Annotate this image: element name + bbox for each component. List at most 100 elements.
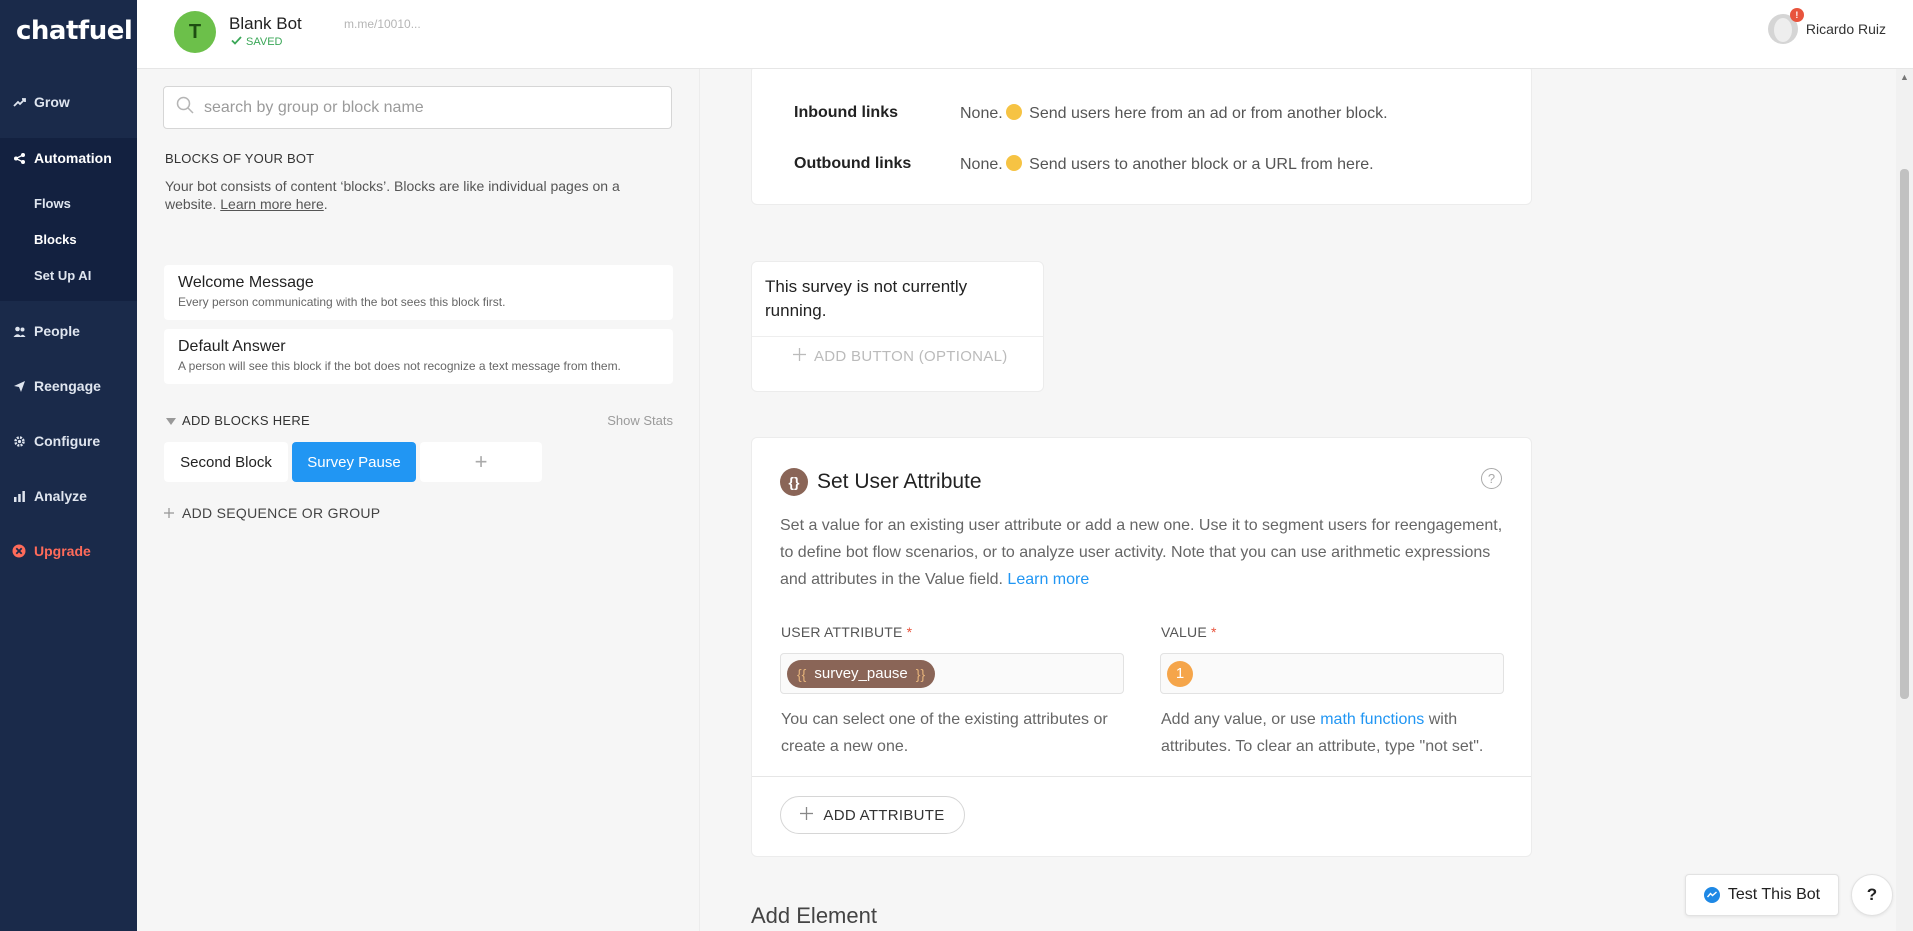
gear-icon bbox=[12, 434, 26, 448]
test-this-bot-button[interactable]: Test This Bot bbox=[1685, 874, 1839, 916]
user-name: Ricardo Ruiz bbox=[1805, 21, 1886, 37]
sub-item-setup-ai[interactable]: Set Up AI bbox=[34, 268, 91, 283]
blocks-panel: BLOCKS OF YOUR BOT Your bot consists of … bbox=[137, 69, 700, 931]
people-icon bbox=[12, 324, 26, 338]
add-blocks-group-header[interactable]: ADD BLOCKS HERE bbox=[166, 413, 310, 428]
nav-grow[interactable]: Grow bbox=[0, 82, 137, 122]
bot-avatar[interactable]: T bbox=[174, 11, 216, 53]
block-default-answer[interactable]: Default Answer A person will see this bl… bbox=[164, 329, 673, 384]
divider bbox=[752, 336, 1043, 337]
plus-icon bbox=[793, 348, 806, 365]
value-label: VALUE * bbox=[1161, 624, 1217, 640]
scroll-up-arrow-icon[interactable]: ▲ bbox=[1900, 73, 1909, 82]
attribute-name: survey_pause bbox=[814, 665, 908, 682]
saved-label: SAVED bbox=[246, 36, 283, 48]
sidebar: chatfuel Grow Automation Flows Blocks Se… bbox=[0, 0, 137, 931]
nav-configure[interactable]: Configure bbox=[0, 421, 137, 461]
inbound-links-row: Inbound links None. Send users here from… bbox=[794, 104, 1388, 123]
block-chip-survey-pause[interactable]: Survey Pause bbox=[292, 442, 416, 482]
card-description: Set a value for an existing user attribu… bbox=[780, 517, 1503, 588]
attribute-braces-icon: {} bbox=[780, 468, 808, 496]
divider bbox=[752, 776, 1531, 777]
section-title: BLOCKS OF YOUR BOT bbox=[165, 151, 315, 166]
paper-plane-icon bbox=[12, 379, 26, 393]
nav-analyze-label: Analyze bbox=[34, 488, 87, 504]
test-this-bot-label: Test This Bot bbox=[1727, 886, 1821, 903]
survey-message-text[interactable]: This survey is not currently running. bbox=[765, 275, 1025, 323]
nav-reengage[interactable]: Reengage bbox=[0, 366, 137, 406]
add-sequence-button[interactable]: ADD SEQUENCE OR GROUP bbox=[164, 505, 380, 521]
nav-grow-label: Grow bbox=[34, 94, 70, 110]
nav-people[interactable]: People bbox=[0, 311, 137, 351]
add-block-button[interactable]: + bbox=[420, 442, 542, 482]
links-card: Inbound links None. Send users here from… bbox=[751, 69, 1532, 205]
nav-analyze[interactable]: Analyze bbox=[0, 476, 137, 516]
sub-item-flows[interactable]: Flows bbox=[34, 196, 71, 211]
search-icon bbox=[176, 96, 194, 119]
attribute-pill[interactable]: {{ survey_pause }} bbox=[787, 659, 936, 688]
nav-automation-label: Automation bbox=[34, 150, 112, 166]
section-description: Your bot consists of content ‘blocks’. B… bbox=[165, 178, 620, 212]
sub-item-blocks[interactable]: Blocks bbox=[34, 232, 77, 247]
main-scrollbar[interactable]: ▲ bbox=[1896, 69, 1913, 931]
bar-chart-icon bbox=[12, 489, 26, 503]
value-pill[interactable]: 1 bbox=[1167, 660, 1193, 687]
saved-status: SAVED bbox=[231, 36, 282, 48]
math-functions-link[interactable]: math functions bbox=[1320, 711, 1424, 728]
plus-icon bbox=[800, 806, 814, 824]
add-attribute-label: ADD ATTRIBUTE bbox=[823, 806, 945, 824]
help-icon[interactable]: ? bbox=[1481, 468, 1502, 489]
outbound-links-label: Outbound links bbox=[794, 155, 912, 172]
add-attribute-button[interactable]: ADD ATTRIBUTE bbox=[780, 796, 965, 834]
bot-link[interactable]: m.me/10010... bbox=[344, 17, 421, 31]
add-element-heading: Add Element bbox=[751, 903, 877, 928]
add-button-label: ADD BUTTON (OPTIONAL) bbox=[814, 348, 1008, 365]
help-button[interactable]: ? bbox=[1851, 874, 1893, 916]
nav-automation[interactable]: Automation bbox=[0, 138, 137, 178]
check-icon bbox=[231, 36, 242, 48]
notification-badge: ! bbox=[1789, 8, 1804, 22]
automation-submenu: Flows Blocks Set Up AI bbox=[0, 178, 137, 301]
add-button-optional[interactable]: ADD BUTTON (OPTIONAL) bbox=[793, 348, 1008, 365]
inbound-links-value: None. Send users here from an ad or from… bbox=[960, 104, 1388, 122]
user-avatar[interactable]: ! bbox=[1767, 8, 1804, 44]
learn-more-link[interactable]: Learn more bbox=[1007, 571, 1089, 588]
emoji-icon bbox=[1005, 104, 1022, 120]
block-description: Every person communicating with the bot … bbox=[178, 295, 506, 309]
chatfuel-logo[interactable]: chatfuel bbox=[16, 16, 133, 46]
caret-down-icon bbox=[166, 413, 176, 428]
block-description: A person will see this block if the bot … bbox=[178, 359, 621, 373]
block-title: Default Answer bbox=[178, 338, 286, 355]
value-input[interactable]: 1 bbox=[1160, 653, 1504, 694]
messenger-icon bbox=[1703, 887, 1720, 903]
user-menu[interactable]: ! Ricardo Ruiz bbox=[1767, 8, 1886, 44]
nav-upgrade[interactable]: Upgrade bbox=[0, 531, 137, 571]
survey-text-card: This survey is not currently running. AD… bbox=[751, 261, 1044, 392]
value-help-text: Add any value, or use math functions wit… bbox=[1161, 711, 1484, 755]
nav-upgrade-label: Upgrade bbox=[34, 543, 91, 559]
show-stats-toggle[interactable]: Show Stats bbox=[607, 413, 673, 428]
learn-more-link[interactable]: Learn more here bbox=[220, 196, 324, 212]
top-bar: T Blank Bot SAVED m.me/10010... ! Ricard… bbox=[137, 0, 1913, 69]
search-box[interactable] bbox=[163, 86, 672, 129]
add-blocks-label: ADD BLOCKS HERE bbox=[182, 413, 311, 428]
block-title: Welcome Message bbox=[178, 274, 314, 291]
outbound-links-value: None. Send users to another block or a U… bbox=[960, 155, 1374, 173]
search-input[interactable] bbox=[204, 98, 664, 117]
block-chip-second-block[interactable]: Second Block bbox=[164, 442, 288, 482]
upgrade-icon bbox=[12, 544, 26, 558]
plus-icon bbox=[164, 505, 174, 521]
block-welcome-message[interactable]: Welcome Message Every person communicati… bbox=[164, 265, 673, 320]
set-user-attribute-card: {} Set User Attribute ? Set a value for … bbox=[751, 437, 1532, 857]
attribute-help-text: You can select one of the existing attri… bbox=[781, 711, 1108, 755]
bot-name[interactable]: Blank Bot bbox=[229, 14, 302, 34]
nav-configure-label: Configure bbox=[34, 433, 101, 449]
scrollbar-thumb[interactable] bbox=[1900, 169, 1909, 699]
outbound-links-row: Outbound links None. Send users to anoth… bbox=[794, 155, 1374, 174]
nodes-icon bbox=[12, 151, 26, 165]
block-editor: Inbound links None. Send users here from… bbox=[700, 69, 1896, 931]
emoji-icon bbox=[1005, 155, 1022, 171]
add-sequence-label: ADD SEQUENCE OR GROUP bbox=[182, 505, 381, 521]
user-attribute-input[interactable]: {{ survey_pause }} bbox=[780, 653, 1124, 694]
inbound-links-label: Inbound links bbox=[794, 104, 898, 121]
